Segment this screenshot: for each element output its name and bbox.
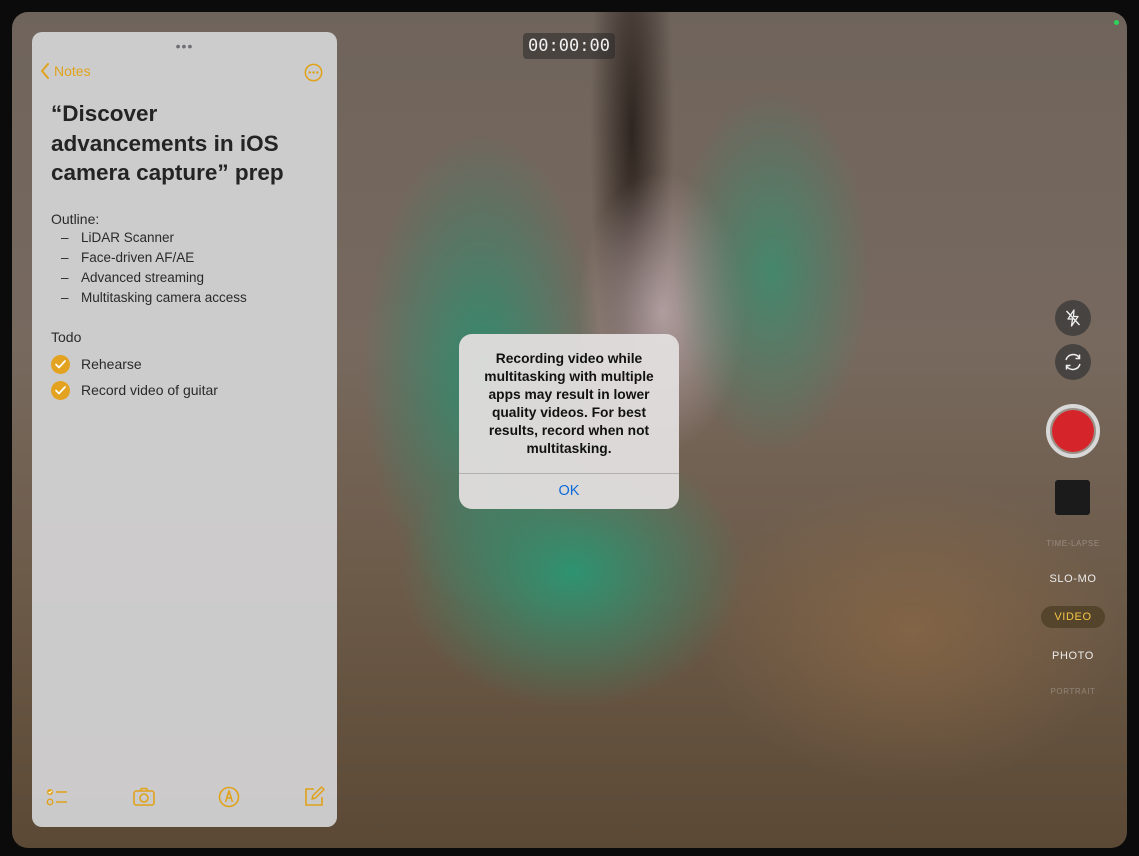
ok-button[interactable]: OK [459, 474, 679, 509]
outline-list: – LiDAR Scanner – Face-driven AF/AE – Advan… [61, 230, 247, 310]
todo-label[interactable]: Rehearse [81, 356, 142, 372]
multitasking-grabber[interactable]: ••• [32, 38, 337, 54]
notes-slide-over: ••• Notes “Discover advancements in iOS … [32, 32, 337, 827]
list-item[interactable]: – Face-driven AF/AE [61, 250, 247, 270]
device-screen: 00:00:00 ••• Notes “Discover advancement… [12, 12, 1127, 848]
list-item[interactable]: – Advanced streaming [61, 270, 247, 290]
todo-item: Record video of guitar [51, 377, 218, 403]
more-options-icon[interactable] [304, 63, 323, 82]
list-item[interactable]: – LiDAR Scanner [61, 230, 247, 250]
markup-icon[interactable] [217, 785, 241, 809]
mode-video[interactable]: VIDEO [1041, 606, 1105, 628]
todo-item: Rehearse [51, 351, 218, 377]
todo-list: Rehearse Record video of guitar [51, 351, 218, 403]
camera-icon[interactable] [132, 785, 156, 809]
multitasking-alert: Recording video while multitasking with … [459, 334, 679, 509]
checkmark-icon[interactable] [51, 354, 70, 374]
media-thumbnail[interactable] [1055, 480, 1090, 515]
todo-label[interactable]: Record video of guitar [81, 382, 218, 398]
checkmark-icon[interactable] [51, 380, 70, 400]
notes-toolbar [32, 785, 337, 809]
flash-button[interactable] [1055, 300, 1091, 336]
mode-portrait[interactable]: PORTRAIT [1041, 687, 1105, 696]
compose-icon[interactable] [302, 785, 326, 809]
notes-back-button[interactable]: Notes [40, 63, 91, 79]
record-indicator [1052, 410, 1094, 452]
note-title[interactable]: “Discover advancements in iOS camera cap… [51, 99, 311, 188]
todo-heading[interactable]: Todo [51, 329, 81, 345]
mode-time-lapse[interactable]: TIME-LAPSE [1041, 539, 1105, 548]
recording-timer: 00:00:00 [523, 33, 615, 59]
chevron-left-icon [41, 63, 49, 79]
checklist-icon[interactable] [45, 785, 69, 809]
mode-slo-mo[interactable]: SLO-MO [1041, 573, 1105, 585]
alert-message: Recording video while multitasking with … [484, 351, 654, 456]
camera-in-use-indicator [1114, 20, 1119, 25]
list-item[interactable]: – Multitasking camera access [61, 290, 247, 310]
flash-off-icon [1065, 309, 1081, 327]
mode-photo[interactable]: PHOTO [1041, 650, 1105, 662]
outline-heading[interactable]: Outline: [51, 211, 99, 227]
record-button[interactable] [1046, 404, 1100, 458]
back-label: Notes [54, 63, 91, 79]
flip-camera-button[interactable] [1055, 344, 1091, 380]
camera-flip-icon [1065, 353, 1081, 371]
